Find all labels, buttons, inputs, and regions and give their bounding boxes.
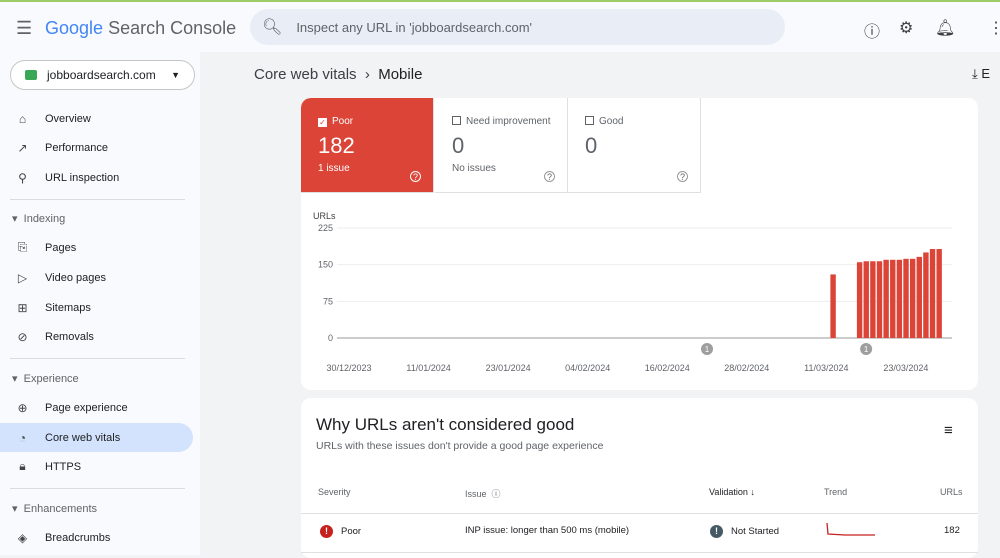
x-tick-label: 30/12/2023 <box>326 363 371 373</box>
bar <box>929 249 936 338</box>
x-tick-label: 28/02/2024 <box>724 363 769 373</box>
x-tick-label: 16/02/2024 <box>645 363 690 373</box>
y-tick-label: 150 <box>318 260 333 270</box>
bar <box>856 262 863 338</box>
divider <box>301 513 978 514</box>
bar <box>936 249 942 338</box>
bar <box>883 259 889 338</box>
bar <box>863 261 869 338</box>
row-issue: INP issue: longer than 500 ms (mobile) <box>465 525 630 536</box>
col-urls[interactable]: URLs <box>940 487 963 497</box>
help-icon[interactable]: ⓘ <box>492 489 501 499</box>
y-tick-label: 0 <box>328 333 333 343</box>
bar <box>903 258 909 338</box>
issues-subtitle: URLs with these issues don't provide a g… <box>316 440 604 452</box>
not-started-icon: ! <box>710 525 723 538</box>
col-label: Validation <box>709 487 748 497</box>
issues-title: Why URLs aren't considered good <box>316 415 575 434</box>
y-axis-label: URLs <box>313 211 336 221</box>
annotation-label: 1 <box>864 345 869 354</box>
bar <box>909 258 916 338</box>
sort-down-icon: ↓ <box>750 487 755 497</box>
row-validation: Not Started <box>731 526 780 537</box>
x-tick-label: 23/03/2024 <box>883 363 928 373</box>
bar <box>870 261 876 338</box>
bar <box>896 259 903 338</box>
bar <box>916 256 922 338</box>
bar <box>876 261 883 338</box>
bar <box>923 252 929 338</box>
trend-sparkline <box>826 522 875 536</box>
col-validation[interactable]: Validation ↓ <box>709 487 755 497</box>
y-tick-label: 225 <box>318 223 333 233</box>
y-tick-label: 75 <box>323 296 333 306</box>
col-trend: Trend <box>824 487 848 497</box>
error-icon: ! <box>320 525 333 538</box>
filter-icon[interactable]: ≡ <box>944 422 953 439</box>
divider <box>301 552 978 553</box>
bar <box>830 274 836 338</box>
bar <box>890 259 896 338</box>
row-urls: 182 <box>944 525 960 536</box>
col-label: Issue <box>465 489 487 499</box>
row-severity: Poor <box>341 526 362 537</box>
x-tick-label: 11/03/2024 <box>804 363 848 373</box>
col-severity[interactable]: Severity <box>318 487 351 497</box>
x-tick-label: 11/01/2024 <box>406 363 450 373</box>
annotation-label: 1 <box>705 345 710 354</box>
col-issue[interactable]: Issue ⓘ <box>465 487 501 500</box>
x-tick-label: 23/01/2024 <box>486 363 531 373</box>
x-tick-label: 04/02/2024 <box>565 363 610 373</box>
